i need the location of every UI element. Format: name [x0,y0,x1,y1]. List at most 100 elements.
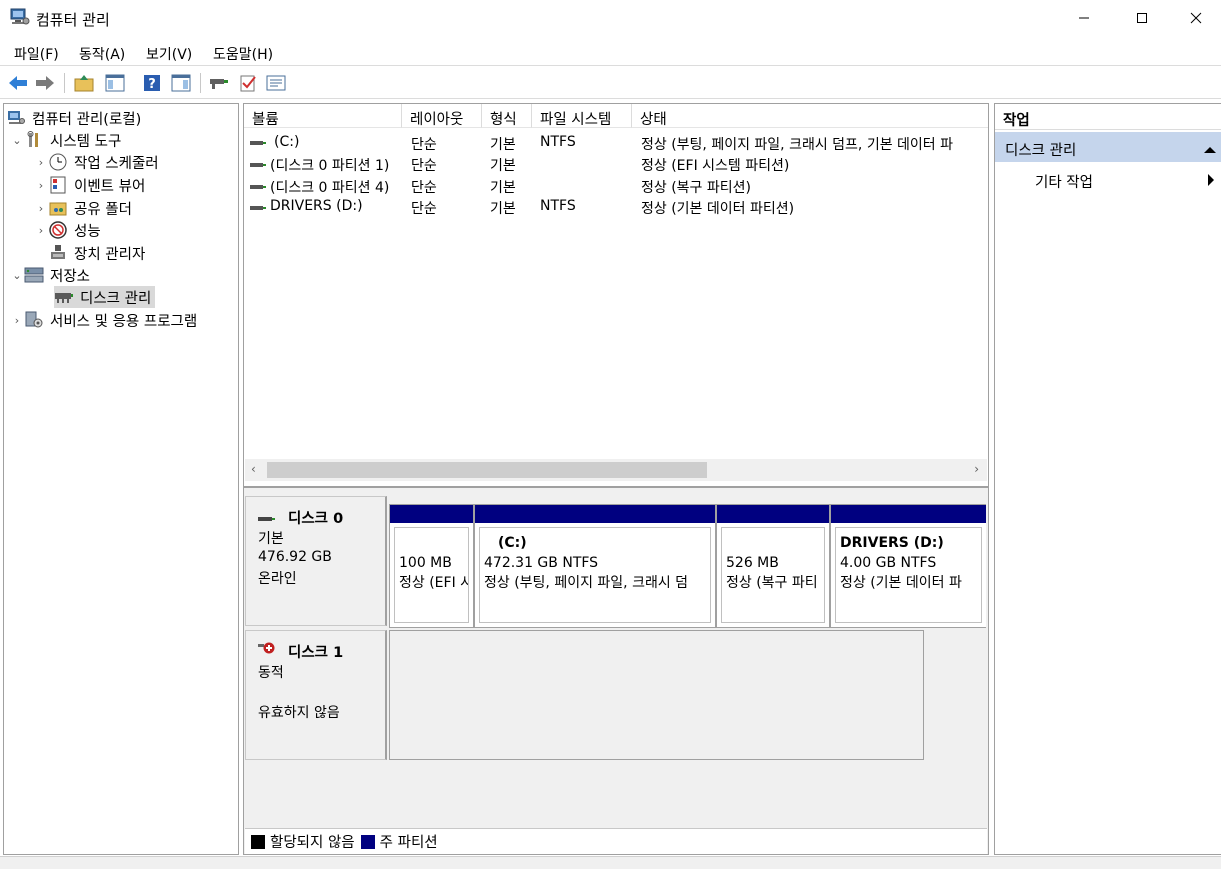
volume-status: 정상 (복구 파티션) [641,180,751,196]
back-button[interactable] [6,71,30,95]
column-header-filesystem[interactable]: 파일 시스템 [532,104,632,128]
up-folder-button[interactable] [72,71,96,95]
tree-item-device-manager[interactable]: 장치 관리자 [48,242,149,264]
toolbar: ? [0,67,1221,99]
navigation-tree: 컴퓨터 관리(로컬) ⌄ 시스템 도구 › 작업 스케줄러 › 이벤트 뷰어 › [3,103,239,855]
disk-1-info[interactable]: 디스크 1 동적 유효하지 않음 [245,630,387,760]
chevron-down-icon[interactable]: ⌄ [10,269,24,282]
check-button[interactable] [236,71,260,95]
scrollbar-thumb[interactable] [267,462,707,478]
up-folder-icon [74,75,94,92]
volume-name: DRIVERS (D:) [270,198,363,214]
chevron-right-icon[interactable]: › [10,314,24,327]
show-hide-tree-button[interactable] [103,71,127,95]
tree-item-computer-management[interactable]: 컴퓨터 관리(로컬) [6,107,145,129]
column-header-status[interactable]: 상태 [632,104,988,128]
scroll-left-icon[interactable]: ‹ [251,462,256,476]
menu-help[interactable]: 도움말(H) [213,44,273,64]
properties-button[interactable] [264,71,288,95]
chevron-right-icon[interactable]: › [34,224,48,237]
action-pane-icon [171,74,191,92]
partition-recovery[interactable]: 526 MB 정상 (복구 파티 [717,505,831,627]
close-icon [1190,12,1202,24]
action-more-actions[interactable]: 기타 작업 [1035,171,1093,192]
volume-name: (디스크 0 파티션 4) [270,180,390,196]
svg-text:?: ? [148,77,156,92]
actions-header: 작업 [995,104,1221,130]
chevron-right-icon[interactable]: › [34,156,48,169]
minimize-icon [1079,17,1089,19]
connect-button[interactable] [207,71,231,95]
partition-status: 정상 (복구 파티 [726,575,818,591]
volume-icon [250,157,268,171]
tree-item-label: 저장소 [50,268,91,285]
tree-item-shared-folders[interactable]: › 공유 폴더 [34,197,136,219]
tree-item-system-tools[interactable]: ⌄ 시스템 도구 [10,129,125,151]
title-bar: 컴퓨터 관리 [0,0,1221,36]
tree-item-performance[interactable]: › 성능 [34,219,105,241]
scroll-right-icon[interactable]: › [974,462,979,476]
volume-layout: 단순 [411,137,437,153]
tree-item-label: 작업 스케줄러 [74,155,159,172]
menu-bar: 파일(F) 동작(A) 보기(V) 도움말(H) [0,36,1221,66]
maximize-button[interactable] [1113,0,1171,36]
forward-icon [36,76,54,90]
actions-pane: 작업 디스크 관리 기타 작업 [994,103,1221,855]
volume-status: 정상 (EFI 시스템 파티션) [641,158,790,174]
horizontal-scrollbar[interactable]: ‹ › [245,459,987,481]
minimize-button[interactable] [1055,0,1113,36]
computer-management-icon [10,8,30,26]
tree-item-task-scheduler[interactable]: › 작업 스케줄러 [34,151,163,173]
chevron-right-icon[interactable]: › [34,179,48,192]
partition-c[interactable]: (C:) 472.31 GB NTFS 정상 (부팅, 페이지 파일, 크래시 … [475,505,717,627]
disk-type: 동적 [258,665,284,681]
volume-layout: 단순 [411,158,437,174]
storage-icon [24,266,44,284]
help-button[interactable]: ? [140,71,164,95]
action-pane-button[interactable] [169,71,193,95]
partition-size: 100 MB [399,555,452,571]
legend: 할당되지 않음 주 파티션 [245,828,987,854]
menu-file[interactable]: 파일(F) [14,44,59,64]
clock-icon [48,153,68,171]
disk-type: 기본 [258,531,284,547]
submenu-arrow-icon[interactable] [1207,174,1215,190]
show-hide-tree-icon [105,74,125,92]
column-header-type[interactable]: 형식 [482,104,532,128]
chevron-down-icon[interactable]: ⌄ [10,134,24,147]
close-button[interactable] [1171,0,1221,36]
window-title: 컴퓨터 관리 [36,11,110,29]
help-icon: ? [144,75,160,92]
partition-drivers[interactable]: DRIVERS (D:) 4.00 GB NTFS 정상 (기본 데이터 파 [831,505,986,627]
disk-0-info[interactable]: 디스크 0 기본 476.92 GB 온라인 [245,496,387,626]
legend-unallocated: 할당되지 않음 [270,835,355,851]
collapse-up-icon[interactable] [1204,142,1216,158]
partition-efi[interactable]: 100 MB 정상 (EFI 시 [390,505,475,627]
tree-item-services-apps[interactable]: › 서비스 및 응용 프로그램 [10,309,201,331]
actions-section-disk-management[interactable]: 디스크 관리 [995,132,1221,162]
tree-item-storage[interactable]: ⌄ 저장소 [10,264,94,286]
chevron-right-icon[interactable]: › [34,202,48,215]
partition-status: 정상 (기본 데이터 파 [840,575,962,591]
menu-action[interactable]: 동작(A) [79,44,125,64]
volume-layout: 단순 [411,201,437,217]
column-header-layout[interactable]: 레이아웃 [402,104,482,128]
disk-status: 온라인 [258,571,297,587]
tree-item-event-viewer[interactable]: › 이벤트 뷰어 [34,174,149,196]
tree-item-disk-management[interactable]: 디스크 관리 [54,286,156,308]
partition-status: 정상 (부팅, 페이지 파일, 크래시 덤 [484,575,689,591]
partition-details: (C:) 472.31 GB NTFS 정상 (부팅, 페이지 파일, 크래시 … [479,527,711,623]
partition-details: DRIVERS (D:) 4.00 GB NTFS 정상 (기본 데이터 파 [835,527,982,623]
volume-list: 볼륨 레이아웃 형식 파일 시스템 상태 (C:) 단순 기본 NTFS 정상 … [244,104,988,482]
partition-label: (C:) [498,535,527,551]
column-header-volume[interactable]: 볼륨 [244,104,402,128]
event-viewer-icon [48,176,68,194]
primary-partition-swatch [360,834,375,849]
menu-view[interactable]: 보기(V) [146,44,192,64]
status-bar [0,856,1221,869]
forward-button[interactable] [33,71,57,95]
tree-item-label: 공유 폴더 [74,201,132,218]
volume-type: 기본 [490,158,516,174]
volume-icon [250,179,268,193]
volume-filesystem: NTFS [540,198,576,214]
